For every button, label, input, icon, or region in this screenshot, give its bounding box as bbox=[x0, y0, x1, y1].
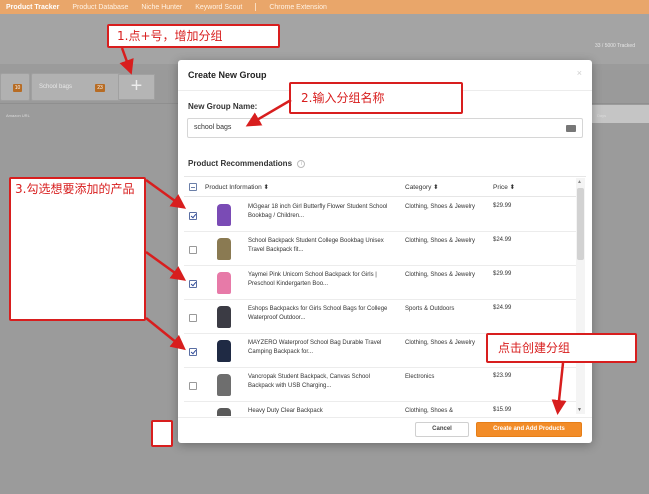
row-checkbox[interactable] bbox=[189, 348, 197, 356]
recommendations-heading: Product Recommendations i bbox=[188, 159, 306, 168]
product-name[interactable]: Eshops Backpacks for Girls School Bags f… bbox=[248, 305, 390, 323]
group-name-value: school bags bbox=[194, 124, 232, 131]
create-and-add-products-button[interactable]: Create and Add Products bbox=[476, 422, 582, 437]
scroll-up-icon[interactable]: ▲ bbox=[577, 179, 582, 185]
product-price: $29.99 bbox=[493, 271, 512, 277]
product-price: $29.99 bbox=[493, 203, 512, 209]
product-table: Product Information ⬍ Category ⬍ Price ⬍… bbox=[184, 176, 586, 416]
annotation-step2: 2.输入分组名称 bbox=[289, 82, 463, 114]
select-all-checkbox[interactable] bbox=[189, 183, 197, 191]
column-product-information[interactable]: Product Information ⬍ bbox=[205, 183, 269, 191]
table-row[interactable]: School Backpack Student College Bookbag … bbox=[184, 232, 576, 266]
group-tab-count: 23 bbox=[95, 84, 105, 92]
column-price[interactable]: Price ⬍ bbox=[493, 183, 515, 191]
table-row[interactable]: MGgear 18 inch Girl Butterfly Flower Stu… bbox=[184, 198, 576, 232]
modal-title: Create New Group bbox=[188, 70, 267, 80]
product-thumbnail bbox=[217, 374, 231, 396]
product-category: Clothing, Shoes & Jewelry bbox=[405, 340, 476, 346]
product-thumbnail bbox=[217, 340, 231, 362]
table-row[interactable]: Vancropak Student Backpack, Canvas Schoo… bbox=[184, 368, 576, 402]
product-name[interactable]: Heavy Duty Clear Backpack bbox=[248, 407, 390, 416]
nav-niche-hunter[interactable]: Niche Hunter bbox=[141, 4, 182, 11]
nav-chrome-extension[interactable]: Chrome Extension bbox=[269, 4, 327, 11]
table-row[interactable]: Yaymei Pink Unicorn School Backpack for … bbox=[184, 266, 576, 300]
product-category: Sports & Outdoors bbox=[405, 306, 455, 312]
table-row[interactable]: Eshops Backpacks for Girls School Bags f… bbox=[184, 300, 576, 334]
product-name[interactable]: MAYZERO Waterproof School Bag Durable Tr… bbox=[248, 339, 390, 357]
product-price: $15.99 bbox=[493, 407, 512, 413]
product-category: Clothing, Shoes & bbox=[405, 408, 454, 414]
group-tab-all[interactable]: 10 bbox=[0, 73, 30, 101]
product-thumbnail bbox=[217, 272, 231, 294]
table-row[interactable]: Heavy Duty Clear Backpack Clothing, Shoes… bbox=[184, 402, 576, 416]
scroll-down-icon[interactable]: ▼ bbox=[577, 407, 582, 413]
table-scrollbar[interactable]: ▲ ▼ bbox=[576, 178, 585, 414]
column-header-amazon-url: Amazon URL bbox=[6, 113, 30, 118]
product-category: Clothing, Shoes & Jewelry bbox=[405, 272, 476, 278]
info-icon[interactable]: i bbox=[297, 159, 306, 168]
row-checkbox[interactable] bbox=[189, 314, 197, 322]
annotation-step4: 点击创建分组 bbox=[486, 333, 637, 363]
product-thumbnail bbox=[217, 238, 231, 260]
product-thumbnail bbox=[217, 204, 231, 226]
row-checkbox[interactable] bbox=[189, 212, 197, 220]
recommendations-label: Product Recommendations bbox=[188, 159, 293, 168]
product-price: $24.99 bbox=[493, 305, 512, 311]
product-name[interactable]: School Backpack Student College Bookbag … bbox=[248, 237, 390, 255]
background-toolbar bbox=[0, 14, 649, 64]
tracked-count: 33 / 5000 Tracked bbox=[594, 43, 635, 49]
row-checkbox[interactable] bbox=[189, 246, 197, 254]
column-header-days: Days bbox=[597, 113, 607, 118]
group-tab-school-bags[interactable]: School bags 23 bbox=[31, 73, 121, 101]
add-group-button[interactable]: + bbox=[118, 74, 155, 100]
row-checkbox[interactable] bbox=[189, 382, 197, 390]
product-name[interactable]: MGgear 18 inch Girl Butterfly Flower Stu… bbox=[248, 203, 390, 221]
product-name[interactable]: Vancropak Student Backpack, Canvas Schoo… bbox=[248, 373, 390, 391]
product-name[interactable]: Yaymei Pink Unicorn School Backpack for … bbox=[248, 271, 390, 289]
row-checkbox[interactable] bbox=[189, 280, 197, 288]
product-thumbnail bbox=[217, 306, 231, 328]
nav-product-tracker[interactable]: Product Tracker bbox=[6, 4, 59, 11]
group-name-input[interactable]: school bags bbox=[187, 118, 583, 138]
product-price: $23.99 bbox=[493, 373, 512, 379]
scroll-thumb[interactable] bbox=[577, 188, 584, 260]
create-group-modal: Create New Group × New Group Name: schoo… bbox=[178, 60, 592, 443]
product-category: Electronics bbox=[405, 374, 435, 380]
product-category: Clothing, Shoes & Jewelry bbox=[405, 204, 476, 210]
column-category[interactable]: Category ⬍ bbox=[405, 183, 439, 191]
nav-keyword-scout[interactable]: Keyword Scout bbox=[195, 4, 242, 11]
nav-product-database[interactable]: Product Database bbox=[72, 4, 128, 11]
annotation-step3: 3.勾选想要添加的产品 bbox=[9, 177, 146, 321]
group-tab-count: 10 bbox=[13, 84, 22, 92]
product-price: $24.99 bbox=[493, 237, 512, 243]
annotation-empty-box bbox=[151, 420, 173, 447]
product-category: Clothing, Shoes & Jewelry bbox=[405, 238, 476, 244]
keyboard-icon bbox=[566, 125, 576, 132]
product-thumbnail bbox=[217, 408, 231, 416]
cancel-button[interactable]: Cancel bbox=[415, 422, 469, 437]
annotation-step1: 1.点+号，增加分组 bbox=[107, 24, 280, 48]
top-navigation: Product Tracker Product Database Niche H… bbox=[0, 0, 649, 14]
divider bbox=[178, 417, 592, 418]
table-header: Product Information ⬍ Category ⬍ Price ⬍ bbox=[184, 177, 576, 197]
nav-divider bbox=[255, 3, 257, 11]
close-icon[interactable]: × bbox=[577, 68, 582, 78]
group-name-label: New Group Name: bbox=[188, 102, 258, 111]
group-tab-label: School bags bbox=[39, 84, 73, 90]
